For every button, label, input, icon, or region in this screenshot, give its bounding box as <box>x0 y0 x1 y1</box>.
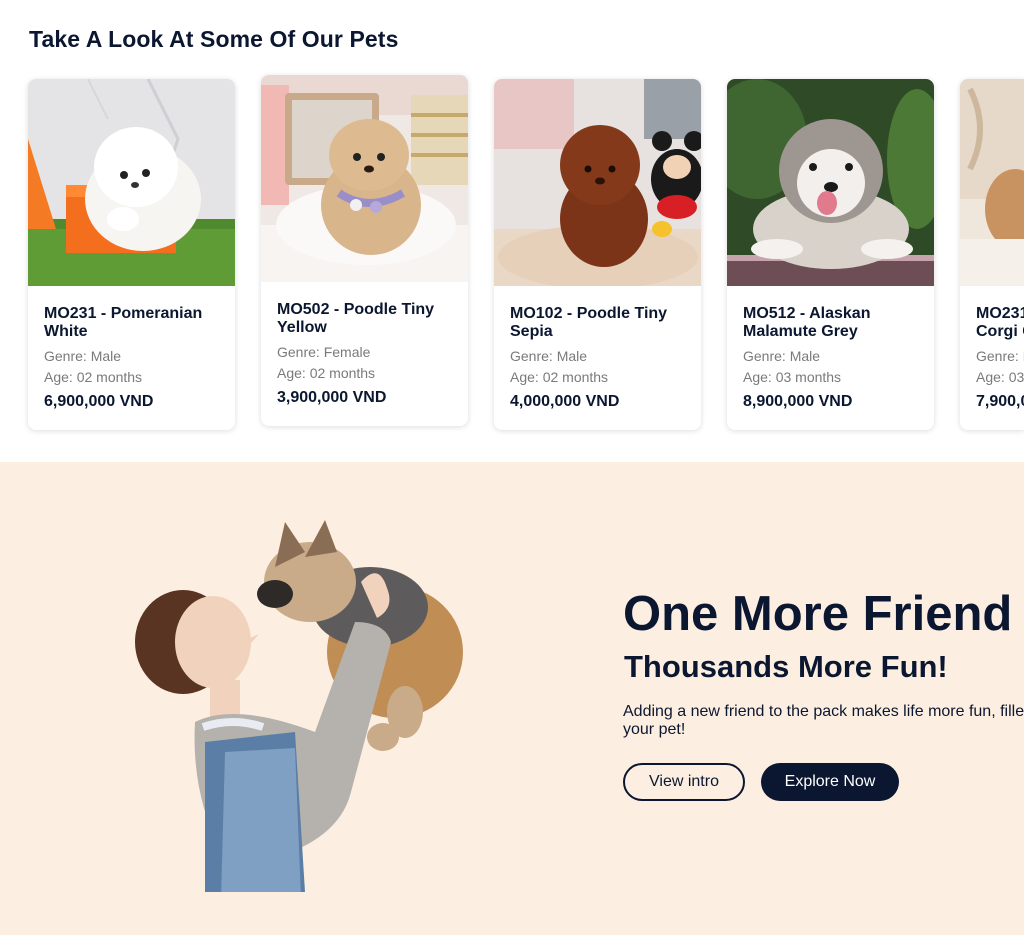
pet-genre: Genre: Female <box>277 344 371 360</box>
section-title: Take A Look At Some Of Our Pets <box>29 26 399 52</box>
pet-photo-pomeranian <box>28 79 235 286</box>
hero-description-line: your pet! <box>623 721 686 738</box>
pet-name: MO231 - Pomeranian White <box>44 305 203 340</box>
pet-card[interactable]: MO512 - Alaskan Malamute Grey Genre: Mal… <box>727 79 934 430</box>
pet-info: MO231 - Pomeranian White Genre: Male Age… <box>28 286 235 411</box>
pet-genre: Genre: Male <box>510 348 588 364</box>
pet-price: 8,900,000 VND <box>743 393 853 410</box>
pet-age: Age: 02 months <box>277 365 376 381</box>
pet-price: 4,000,000 VND <box>510 393 620 410</box>
pet-name: MO502 - Poodle Tiny Yellow <box>277 301 435 336</box>
pet-card[interactable]: MO231 - Corgi G Genre: M Age: 03 7,900,0… <box>960 79 1024 430</box>
pet-info: MO502 - Poodle Tiny Yellow Genre: Female… <box>261 282 468 407</box>
pet-photo-poodle-yellow <box>261 75 468 282</box>
pet-genre: Genre: Male <box>44 348 122 364</box>
hero-subtitle: Thousands More Fun! <box>624 649 948 684</box>
pet-info: MO512 - Alaskan Malamute Grey Genre: Mal… <box>727 286 934 411</box>
pet-name: MO231 - Corgi G <box>976 305 1024 340</box>
pet-age: Age: 03 <box>976 369 1024 385</box>
pet-price: 6,900,000 VND <box>44 393 154 410</box>
pet-info: MO102 - Poodle Tiny Sepia Genre: Male Ag… <box>494 286 701 411</box>
pet-card[interactable]: MO231 - Pomeranian White Genre: Male Age… <box>28 79 235 430</box>
pet-age: Age: 03 months <box>743 369 842 385</box>
pet-price: 7,900,000 VND <box>976 393 1024 410</box>
pet-photo-malamute <box>727 79 934 286</box>
hero-section: One More Friend Thousands More Fun! Addi… <box>0 462 1024 935</box>
pet-photo-corgi <box>960 79 1024 286</box>
hero-title: One More Friend <box>623 587 1013 641</box>
pet-card[interactable]: MO102 - Poodle Tiny Sepia Genre: Male Ag… <box>494 79 701 430</box>
pet-name: MO512 - Alaskan Malamute Grey <box>743 305 871 340</box>
pets-section: Take A Look At Some Of Our Pets MO231 - … <box>0 0 1024 462</box>
pet-name: MO102 - Poodle Tiny Sepia <box>510 305 668 340</box>
hero-description: Adding a new friend to the pack makes li… <box>623 703 1024 739</box>
pet-genre: Genre: M <box>976 348 1024 364</box>
hero-image-woman-with-dog <box>125 512 485 898</box>
pet-info: MO231 - Corgi G Genre: M Age: 03 7,900,0… <box>960 286 1024 411</box>
explore-now-button[interactable]: Explore Now <box>761 763 899 801</box>
pet-card[interactable]: MO502 - Poodle Tiny Yellow Genre: Female… <box>261 75 468 426</box>
view-intro-button[interactable]: View intro <box>623 763 745 801</box>
pet-genre: Genre: Male <box>743 348 821 364</box>
pet-age: Age: 02 months <box>44 369 143 385</box>
pet-photo-poodle-sepia <box>494 79 701 286</box>
pet-age: Age: 02 months <box>510 369 609 385</box>
hero-description-line: Adding a new friend to the pack makes li… <box>623 703 1024 720</box>
pet-price: 3,900,000 VND <box>277 389 387 406</box>
